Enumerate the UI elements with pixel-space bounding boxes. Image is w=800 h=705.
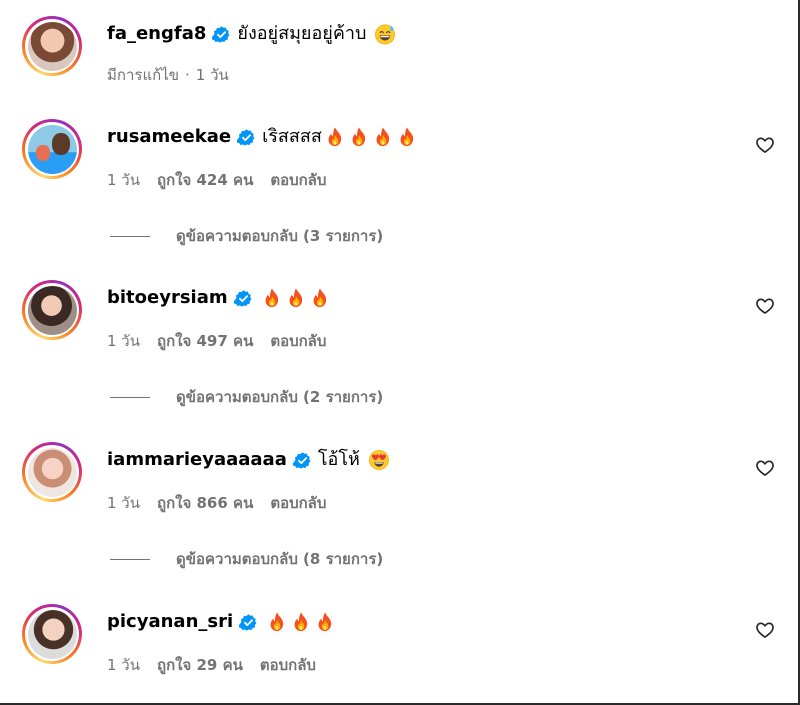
avatar[interactable] [22,442,82,502]
comment-username[interactable]: fa_engfa8 [107,22,206,46]
comment-time[interactable]: 1 วัน [107,332,140,350]
comment-time[interactable]: 1 วัน [196,66,229,84]
view-replies-label: ดูข้อความตอบกลับ (2 รายการ) [176,388,384,406]
fire-emoji-icon [290,611,312,633]
view-replies-button[interactable]: ดูข้อความตอบกลับ (3 รายการ) [110,224,383,248]
grinning-sweat-emoji-icon [374,23,396,45]
reply-button[interactable]: ตอบกลับ [270,494,326,512]
verified-badge-icon [234,289,253,308]
avatar[interactable] [22,604,82,664]
like-count[interactable]: ถูกใจ 866 คน [157,494,253,512]
fire-emoji-icon [314,611,336,633]
heart-eyes-emoji-icon [368,449,390,471]
fire-emoji-icon [372,126,394,148]
avatar[interactable] [22,16,82,76]
like-heart-icon[interactable] [755,135,775,155]
avatar[interactable] [22,119,82,179]
comment-username[interactable]: bitoeyrsiam [107,286,228,310]
comment-username[interactable]: iammarieyaaaaaa [107,448,287,472]
like-heart-icon[interactable] [755,620,775,640]
reply-button[interactable]: ตอบกลับ [260,656,316,674]
avatar-photo [27,447,77,497]
avatar-photo [27,124,77,174]
comment-time[interactable]: 1 วัน [107,656,140,674]
reply-button[interactable]: ตอบกลับ [270,332,326,350]
fire-emoji-icon [285,287,307,309]
fire-emoji-icon [261,287,283,309]
comment-meta: 1 วัน ถูกใจ 29 คน ตอบกลับ [107,655,333,675]
fire-emoji-icon [309,287,331,309]
replies-divider-line [110,235,150,237]
like-heart-icon[interactable] [755,458,775,478]
meta-separator: · [185,66,190,84]
like-heart-icon[interactable] [755,296,775,316]
comment-text: เริสสสส [262,126,322,147]
reply-button[interactable]: ตอบกลับ [270,171,326,189]
verified-badge-icon [212,25,231,44]
replies-divider-line [110,558,150,560]
comment-username[interactable]: picyanan_sri [107,610,233,634]
verified-badge-icon [239,613,258,632]
view-replies-label: ดูข้อความตอบกลับ (3 รายการ) [176,227,384,245]
like-count[interactable]: ถูกใจ 424 คน [157,171,253,189]
view-replies-label: ดูข้อความตอบกลับ (8 รายการ) [176,550,384,568]
comment-meta: 1 วัน ถูกใจ 866 คน ตอบกลับ [107,493,343,513]
fire-emoji-icon [324,126,346,148]
fire-emoji-icon [266,611,288,633]
verified-badge-icon [293,451,312,470]
comment-meta: 1 วัน ถูกใจ 497 คน ตอบกลับ [107,331,343,351]
comment-text: ยังอยู่สมุยอยู่ค้าบ [237,23,367,44]
avatar-photo [27,21,77,71]
comment-username[interactable]: rusameekae [107,125,231,149]
avatar-photo [27,285,77,335]
comment-meta: 1 วัน ถูกใจ 424 คน ตอบกลับ [107,170,343,190]
comment-meta: มีการแก้ไข · 1 วัน [107,65,246,85]
avatar[interactable] [22,280,82,340]
replies-divider-line [110,396,150,398]
like-count[interactable]: ถูกใจ 29 คน [157,656,243,674]
fire-emoji-icon [396,126,418,148]
comment-text: โอ้โห้ [317,449,360,470]
verified-badge-icon [237,128,256,147]
fire-emoji-icon [348,126,370,148]
view-replies-button[interactable]: ดูข้อความตอบกลับ (8 รายการ) [110,547,383,571]
like-count[interactable]: ถูกใจ 497 คน [157,332,253,350]
comment-time[interactable]: 1 วัน [107,494,140,512]
avatar-photo [27,609,77,659]
view-replies-button[interactable]: ดูข้อความตอบกลับ (2 รายการ) [110,385,383,409]
comment-time[interactable]: 1 วัน [107,171,140,189]
edited-label: มีการแก้ไข [107,66,179,84]
